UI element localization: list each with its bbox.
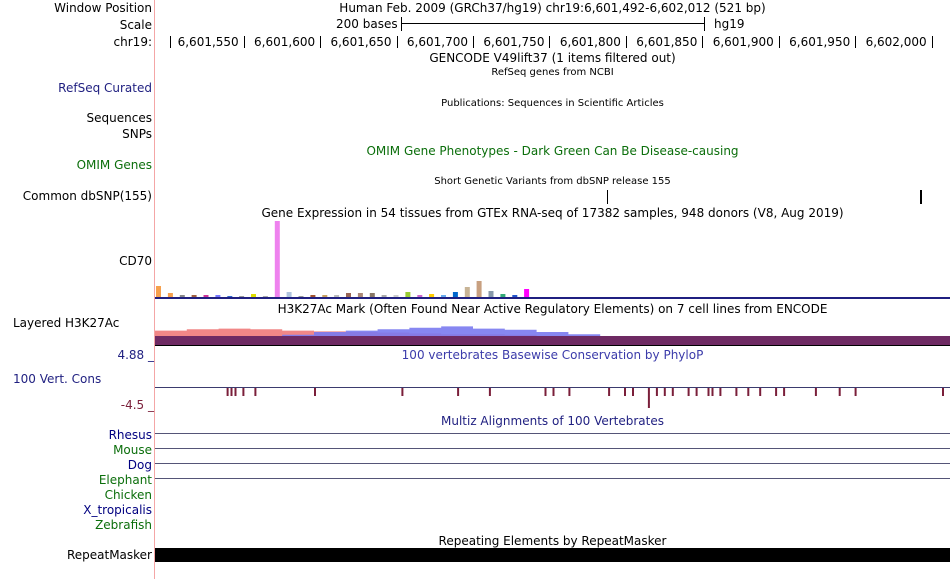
cons-score bbox=[759, 388, 762, 396]
cons-score bbox=[655, 388, 658, 396]
cons-score bbox=[735, 388, 738, 396]
cons-score bbox=[488, 388, 491, 396]
cons-score bbox=[838, 388, 841, 396]
gtex-bar bbox=[215, 295, 221, 297]
cons-score bbox=[226, 388, 229, 396]
gtex-bar bbox=[405, 292, 411, 297]
gtex-bar bbox=[286, 292, 292, 297]
gtex-bar bbox=[227, 296, 233, 297]
cons-score bbox=[747, 388, 750, 396]
h3k27ac-overlap-layer bbox=[155, 336, 950, 345]
species-alignment-line bbox=[155, 448, 950, 449]
gtex-bar bbox=[441, 295, 446, 297]
gtex-bar bbox=[156, 286, 161, 297]
gtex-bar bbox=[191, 295, 197, 297]
gtex-bar bbox=[322, 295, 328, 297]
gtex-bar bbox=[429, 294, 435, 297]
cons-score bbox=[401, 388, 404, 396]
gtex-bar bbox=[476, 281, 482, 297]
cons-score bbox=[814, 388, 817, 396]
gtex-bar bbox=[369, 293, 375, 297]
cons-score bbox=[457, 388, 460, 396]
species-alignment-line bbox=[155, 478, 950, 479]
gtex-bar bbox=[393, 295, 399, 297]
track-graphics[interactable] bbox=[0, 0, 950, 579]
species-alignment-line bbox=[155, 463, 950, 464]
species-alignment-line bbox=[155, 433, 950, 434]
cons-score bbox=[719, 388, 722, 396]
gtex-bar bbox=[179, 295, 185, 297]
h3k27ac-baseline bbox=[155, 345, 950, 346]
gtex-bar bbox=[500, 294, 506, 297]
repeatmasker-block bbox=[155, 548, 950, 562]
cons-score bbox=[647, 388, 650, 408]
gtex-bar bbox=[298, 296, 304, 297]
gtex-bar bbox=[203, 295, 209, 297]
dbsnp-variant bbox=[920, 190, 922, 204]
gtex-bar bbox=[417, 295, 423, 297]
cons-score bbox=[242, 388, 245, 396]
cons-score bbox=[942, 388, 944, 396]
cons-score bbox=[707, 388, 710, 396]
cons-score bbox=[632, 388, 634, 396]
gtex-bar bbox=[512, 295, 518, 297]
cons-score bbox=[254, 388, 257, 396]
cons-score bbox=[234, 388, 237, 396]
cons-score bbox=[671, 388, 674, 396]
cons-score bbox=[687, 388, 690, 396]
gtex-bar bbox=[488, 291, 494, 297]
cons-score bbox=[663, 388, 666, 396]
cons-zero-line bbox=[155, 387, 950, 388]
gtex-bar bbox=[251, 294, 256, 297]
gtex-bar bbox=[357, 293, 363, 297]
cons-score bbox=[854, 388, 857, 396]
dbsnp-variant bbox=[607, 190, 608, 204]
cons-score bbox=[624, 388, 626, 396]
gtex-bar bbox=[167, 293, 173, 297]
cons-score bbox=[314, 388, 316, 396]
cons-score bbox=[711, 388, 714, 396]
gtex-bar bbox=[381, 295, 387, 297]
gtex-bar bbox=[452, 292, 458, 297]
gtex-bar bbox=[262, 296, 268, 297]
gtex-baseline bbox=[155, 297, 950, 299]
gtex-bar bbox=[239, 296, 245, 297]
gtex-bar bbox=[524, 289, 530, 297]
cons-score bbox=[775, 388, 778, 396]
cons-score bbox=[230, 388, 233, 396]
cons-score bbox=[695, 388, 698, 396]
gtex-bar bbox=[346, 293, 351, 297]
cons-score bbox=[552, 388, 555, 396]
gtex-bar bbox=[334, 295, 340, 297]
cons-score bbox=[568, 388, 571, 396]
cons-score bbox=[608, 388, 611, 396]
cons-score bbox=[783, 388, 786, 396]
cons-score bbox=[544, 388, 547, 396]
gtex-bar bbox=[310, 295, 316, 297]
gtex-bar bbox=[464, 287, 470, 297]
gtex-bar bbox=[274, 221, 280, 297]
